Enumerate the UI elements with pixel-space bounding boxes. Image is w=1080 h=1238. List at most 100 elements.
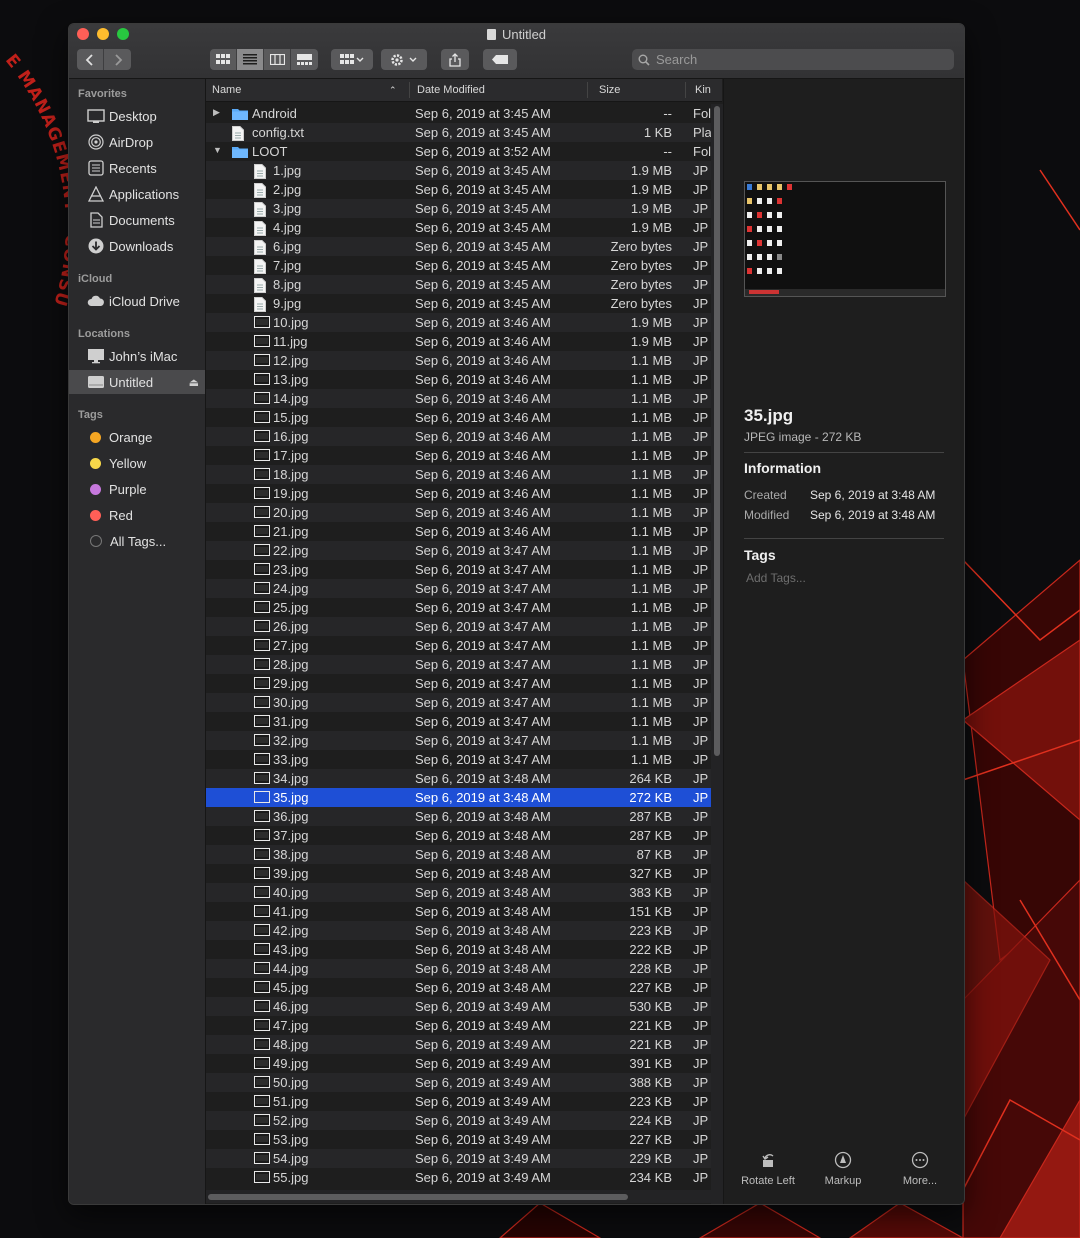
file-row[interactable]: 55.jpg Sep 6, 2019 at 3:49 AM 234 KB JP [206, 1168, 722, 1187]
file-row[interactable]: 48.jpg Sep 6, 2019 at 3:49 AM 221 KB JP [206, 1035, 722, 1054]
file-row[interactable]: 50.jpg Sep 6, 2019 at 3:49 AM 388 KB JP [206, 1073, 722, 1092]
file-row[interactable]: 45.jpg Sep 6, 2019 at 3:48 AM 227 KB JP [206, 978, 722, 997]
sidebar-item-purple[interactable]: Purple [69, 477, 205, 501]
file-row[interactable]: 25.jpg Sep 6, 2019 at 3:47 AM 1.1 MB JP [206, 598, 722, 617]
file-row[interactable]: 6.jpg Sep 6, 2019 at 3:45 AM Zero bytes JP [206, 237, 722, 256]
file-row[interactable]: 2.jpg Sep 6, 2019 at 3:45 AM 1.9 MB JP [206, 180, 722, 199]
file-row[interactable]: 18.jpg Sep 6, 2019 at 3:46 AM 1.1 MB JP [206, 465, 722, 484]
action-button[interactable] [381, 49, 427, 70]
file-row[interactable]: 29.jpg Sep 6, 2019 at 3:47 AM 1.1 MB JP [206, 674, 722, 693]
file-row[interactable]: 36.jpg Sep 6, 2019 at 3:48 AM 287 KB JP [206, 807, 722, 826]
sidebar-item-yellow[interactable]: Yellow [69, 451, 205, 475]
file-row[interactable]: 53.jpg Sep 6, 2019 at 3:49 AM 227 KB JP [206, 1130, 722, 1149]
file-row[interactable]: 23.jpg Sep 6, 2019 at 3:47 AM 1.1 MB JP [206, 560, 722, 579]
file-row[interactable]: 10.jpg Sep 6, 2019 at 3:46 AM 1.9 MB JP [206, 313, 722, 332]
file-name: 23.jpg [273, 562, 309, 577]
file-row[interactable]: 35.jpg Sep 6, 2019 at 3:48 AM 272 KB JP [206, 788, 722, 807]
forward-button[interactable] [104, 49, 131, 70]
file-row[interactable]: 43.jpg Sep 6, 2019 at 3:48 AM 222 KB JP [206, 940, 722, 959]
sidebar-item-all-tags[interactable]: All Tags... [69, 529, 205, 553]
date-column-header[interactable]: Date Modified [417, 84, 485, 96]
rotate-left-button[interactable]: Rotate Left [728, 1149, 808, 1187]
file-row[interactable]: 3.jpg Sep 6, 2019 at 3:45 AM 1.9 MB JP [206, 199, 722, 218]
file-name: 45.jpg [273, 980, 309, 995]
sidebar-item-desktop[interactable]: Desktop [69, 104, 205, 128]
file-row[interactable]: 11.jpg Sep 6, 2019 at 3:46 AM 1.9 MB JP [206, 332, 722, 351]
file-row[interactable]: 28.jpg Sep 6, 2019 at 3:47 AM 1.1 MB JP [206, 655, 722, 674]
file-name: 30.jpg [273, 695, 309, 710]
icon-view-button[interactable] [210, 49, 237, 70]
kind-column-header[interactable]: Kin [695, 84, 711, 96]
file-row[interactable]: 44.jpg Sep 6, 2019 at 3:48 AM 228 KB JP [206, 959, 722, 978]
file-row[interactable]: 13.jpg Sep 6, 2019 at 3:46 AM 1.1 MB JP [206, 370, 722, 389]
file-row[interactable]: 38.jpg Sep 6, 2019 at 3:48 AM 87 KB JP [206, 845, 722, 864]
sidebar-item-icloud-drive[interactable]: iCloud Drive [69, 289, 205, 313]
file-row[interactable]: 41.jpg Sep 6, 2019 at 3:48 AM 151 KB JP [206, 902, 722, 921]
vertical-scroll-thumb[interactable] [714, 106, 720, 756]
edit-tags-button[interactable] [483, 49, 517, 70]
file-row[interactable]: 22.jpg Sep 6, 2019 at 3:47 AM 1.1 MB JP [206, 541, 722, 560]
sidebar-item-orange[interactable]: Orange [69, 425, 205, 449]
file-row[interactable]: 54.jpg Sep 6, 2019 at 3:49 AM 229 KB JP [206, 1149, 722, 1168]
file-row[interactable]: 31.jpg Sep 6, 2019 at 3:47 AM 1.1 MB JP [206, 712, 722, 731]
share-button[interactable] [441, 49, 469, 70]
file-row[interactable]: 24.jpg Sep 6, 2019 at 3:47 AM 1.1 MB JP [206, 579, 722, 598]
file-row[interactable]: 49.jpg Sep 6, 2019 at 3:49 AM 391 KB JP [206, 1054, 722, 1073]
disclosure-open-icon[interactable]: ▼ [213, 145, 222, 155]
file-row[interactable]: 9.jpg Sep 6, 2019 at 3:45 AM Zero bytes JP [206, 294, 722, 313]
file-row[interactable]: 16.jpg Sep 6, 2019 at 3:46 AM 1.1 MB JP [206, 427, 722, 446]
file-row[interactable]: 14.jpg Sep 6, 2019 at 3:46 AM 1.1 MB JP [206, 389, 722, 408]
file-row[interactable]: 46.jpg Sep 6, 2019 at 3:49 AM 530 KB JP [206, 997, 722, 1016]
sidebar-item-recents[interactable]: Recents [69, 156, 205, 180]
view-mode-control [210, 49, 318, 70]
file-row[interactable]: 33.jpg Sep 6, 2019 at 3:47 AM 1.1 MB JP [206, 750, 722, 769]
file-row[interactable]: 32.jpg Sep 6, 2019 at 3:47 AM 1.1 MB JP [206, 731, 722, 750]
horizontal-scroll-thumb[interactable] [208, 1194, 628, 1200]
file-row[interactable]: config.txt Sep 6, 2019 at 3:45 AM 1 KB Pla [206, 123, 722, 142]
add-tags-field[interactable]: Add Tags... [746, 571, 806, 585]
file-row[interactable]: 52.jpg Sep 6, 2019 at 3:49 AM 224 KB JP [206, 1111, 722, 1130]
file-row[interactable]: 4.jpg Sep 6, 2019 at 3:45 AM 1.9 MB JP [206, 218, 722, 237]
file-row[interactable]: 34.jpg Sep 6, 2019 at 3:48 AM 264 KB JP [206, 769, 722, 788]
sidebar-item-airdrop[interactable]: AirDrop [69, 130, 205, 154]
eject-icon[interactable]: ⏏ [189, 376, 199, 389]
sidebar-item-john-s-imac[interactable]: John’s iMac [69, 344, 205, 368]
markup-button[interactable]: Markup [803, 1149, 883, 1187]
file-row[interactable]: 27.jpg Sep 6, 2019 at 3:47 AM 1.1 MB JP [206, 636, 722, 655]
more-button[interactable]: More... [880, 1149, 960, 1187]
name-column-header[interactable]: Name [212, 84, 241, 96]
file-row[interactable]: 37.jpg Sep 6, 2019 at 3:48 AM 287 KB JP [206, 826, 722, 845]
sidebar-item-applications[interactable]: Applications [69, 182, 205, 206]
sidebar-item-documents[interactable]: Documents [69, 208, 205, 232]
list-view-button[interactable] [237, 49, 264, 70]
file-row[interactable]: 47.jpg Sep 6, 2019 at 3:49 AM 221 KB JP [206, 1016, 722, 1035]
file-row[interactable]: 12.jpg Sep 6, 2019 at 3:46 AM 1.1 MB JP [206, 351, 722, 370]
sidebar-item-red[interactable]: Red [69, 503, 205, 527]
back-button[interactable] [77, 49, 104, 70]
file-row[interactable]: 8.jpg Sep 6, 2019 at 3:45 AM Zero bytes JP [206, 275, 722, 294]
file-row[interactable]: 30.jpg Sep 6, 2019 at 3:47 AM 1.1 MB JP [206, 693, 722, 712]
file-row[interactable]: 21.jpg Sep 6, 2019 at 3:46 AM 1.1 MB JP [206, 522, 722, 541]
folder-row[interactable]: ▶ Android Sep 6, 2019 at 3:45 AM -- Fol [206, 104, 722, 123]
folder-row[interactable]: ▼ LOOT Sep 6, 2019 at 3:52 AM -- Fol [206, 142, 722, 161]
file-row[interactable]: 40.jpg Sep 6, 2019 at 3:48 AM 383 KB JP [206, 883, 722, 902]
file-row[interactable]: 17.jpg Sep 6, 2019 at 3:46 AM 1.1 MB JP [206, 446, 722, 465]
file-row[interactable]: 15.jpg Sep 6, 2019 at 3:46 AM 1.1 MB JP [206, 408, 722, 427]
column-view-button[interactable] [264, 49, 291, 70]
search-field[interactable]: Search [632, 49, 954, 70]
file-row[interactable]: 7.jpg Sep 6, 2019 at 3:45 AM Zero bytes JP [206, 256, 722, 275]
date-modified-cell: Sep 6, 2019 at 3:46 AM [415, 315, 551, 330]
disclosure-closed-icon[interactable]: ▶ [213, 107, 220, 118]
file-row[interactable]: 39.jpg Sep 6, 2019 at 3:48 AM 327 KB JP [206, 864, 722, 883]
file-row[interactable]: 51.jpg Sep 6, 2019 at 3:49 AM 223 KB JP [206, 1092, 722, 1111]
sidebar-item-untitled[interactable]: Untitled ⏏ [69, 370, 205, 394]
file-row[interactable]: 20.jpg Sep 6, 2019 at 3:46 AM 1.1 MB JP [206, 503, 722, 522]
size-column-header[interactable]: Size [599, 84, 620, 96]
group-by-button[interactable] [331, 49, 373, 70]
gallery-view-button[interactable] [291, 49, 318, 70]
file-row[interactable]: 42.jpg Sep 6, 2019 at 3:48 AM 223 KB JP [206, 921, 722, 940]
file-row[interactable]: 1.jpg Sep 6, 2019 at 3:45 AM 1.9 MB JP [206, 161, 722, 180]
file-row[interactable]: 26.jpg Sep 6, 2019 at 3:47 AM 1.1 MB JP [206, 617, 722, 636]
file-row[interactable]: 19.jpg Sep 6, 2019 at 3:46 AM 1.1 MB JP [206, 484, 722, 503]
sidebar-item-downloads[interactable]: Downloads [69, 234, 205, 258]
